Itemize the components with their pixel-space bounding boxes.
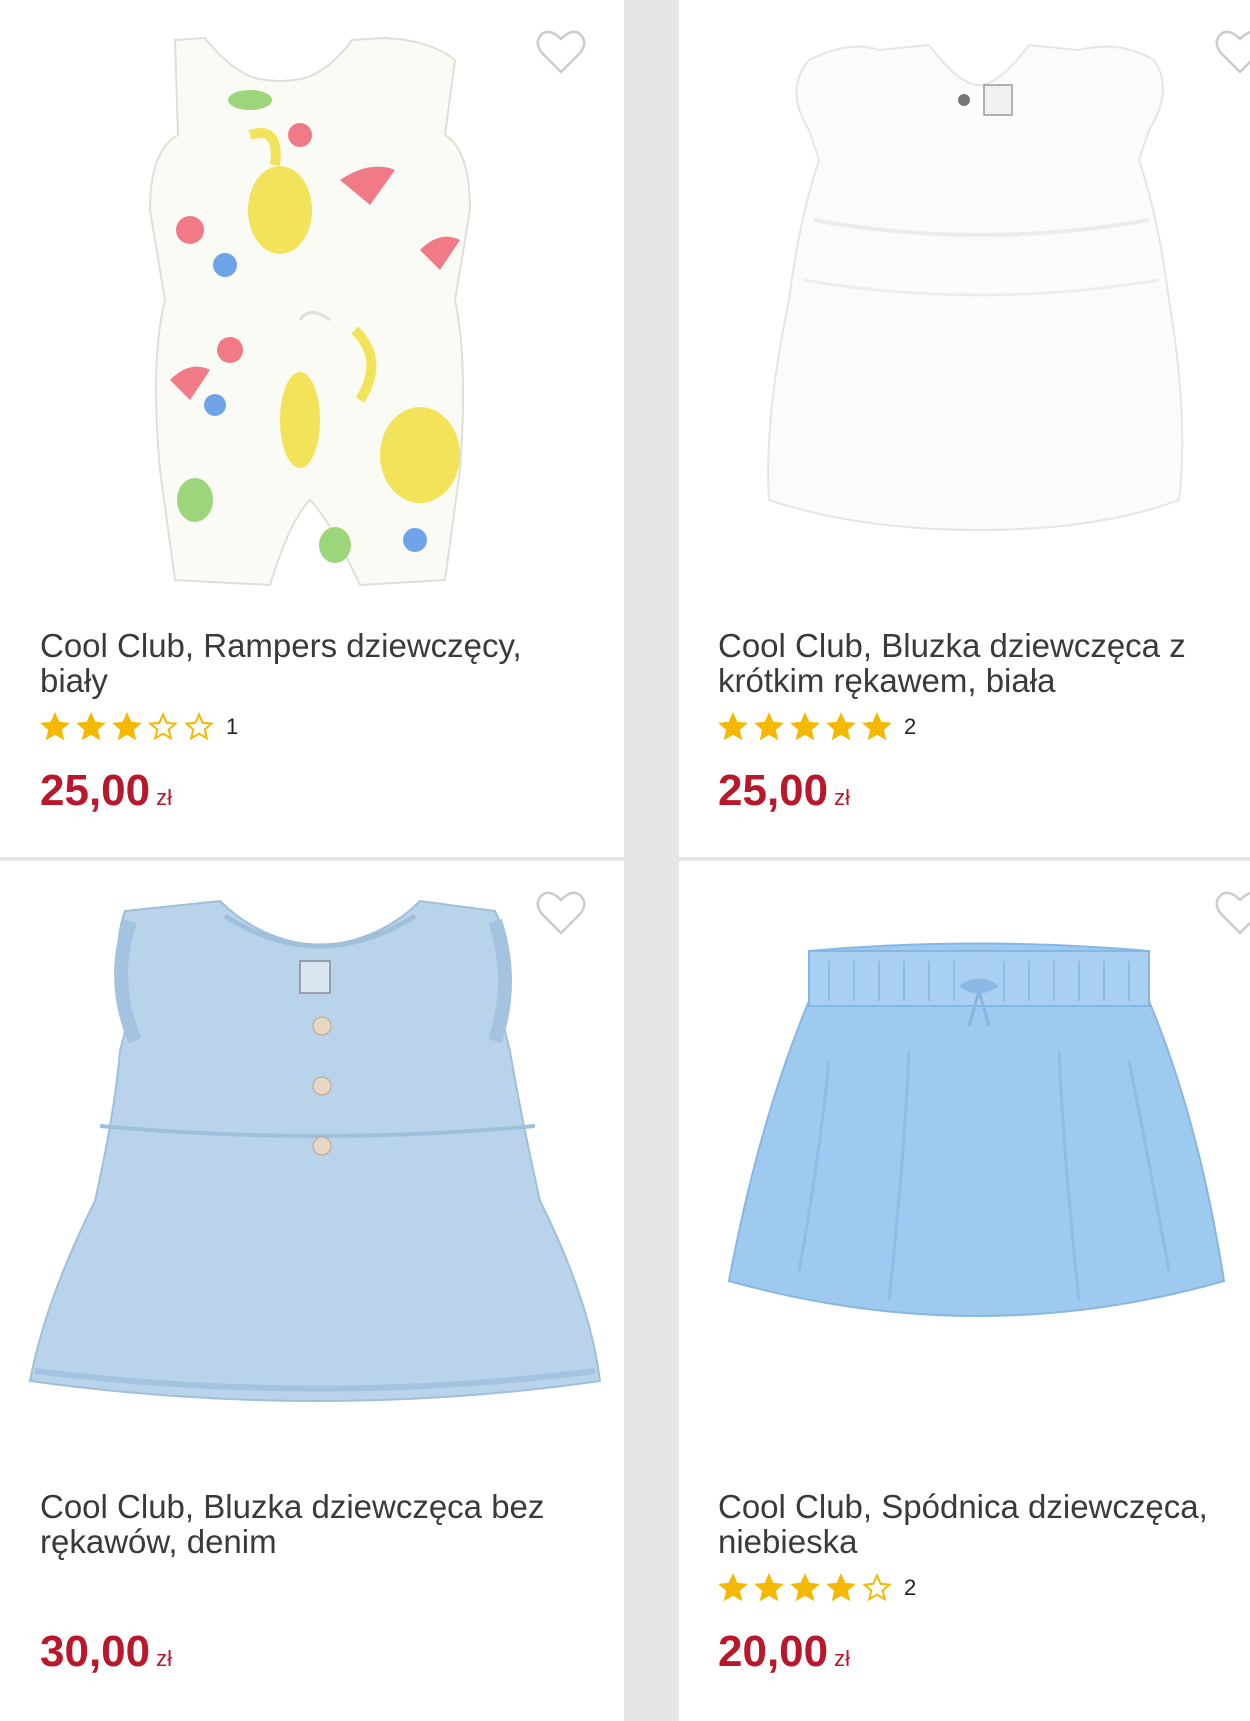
fruit-print-romper-image [148, 36, 472, 587]
product-title[interactable]: Cool Club, Bluzka dziewczęca bez rękawów… [40, 1489, 560, 1559]
product-price: 25,00 zł [718, 766, 850, 816]
price-currency: zł [156, 785, 172, 810]
product-image[interactable] [679, 0, 1250, 590]
star-filled-icon [826, 712, 856, 741]
favorite-heart-icon[interactable] [535, 889, 587, 937]
star-empty-icon [862, 1573, 892, 1602]
denim-blouse-image [28, 899, 602, 1402]
price-value: 30,00 [40, 1627, 151, 1676]
rating-count: 1 [226, 714, 239, 739]
star-empty-icon [148, 712, 178, 741]
star-filled-icon [826, 1573, 856, 1602]
product-image[interactable] [0, 861, 624, 1451]
favorite-heart-icon[interactable] [1214, 28, 1250, 76]
product-price: 20,00 zł [718, 1627, 850, 1677]
star-empty-icon [184, 712, 214, 741]
star-filled-icon [718, 712, 748, 741]
product-price: 30,00 zł [40, 1627, 172, 1677]
star-filled-icon [76, 712, 106, 741]
white-blouse-image [767, 43, 1184, 532]
favorite-heart-icon[interactable] [535, 28, 587, 76]
star-filled-icon [718, 1573, 748, 1602]
price-currency: zł [834, 1646, 850, 1671]
price-value: 25,00 [718, 766, 829, 815]
favorite-heart-icon[interactable] [1214, 889, 1250, 937]
star-filled-icon [790, 1573, 820, 1602]
star-filled-icon [790, 712, 820, 741]
product-title[interactable]: Cool Club, Rampers dziewczęcy, biały [40, 628, 560, 698]
product-card[interactable]: Cool Club, Spódnica dziewczęca, niebiesk… [679, 861, 1250, 1721]
price-value: 25,00 [40, 766, 151, 815]
product-title[interactable]: Cool Club, Spódnica dziewczęca, niebiesk… [718, 1489, 1238, 1559]
star-filled-icon [40, 712, 70, 741]
product-rating: 1 [40, 710, 238, 744]
product-title[interactable]: Cool Club, Bluzka dziewczęca z krótkim r… [718, 628, 1238, 698]
product-grid: Cool Club, Rampers dziewczęcy, biały 1 2… [0, 0, 1250, 1721]
product-image[interactable] [0, 0, 624, 590]
star-filled-icon [112, 712, 142, 741]
product-card[interactable]: Cool Club, Bluzka dziewczęca z krótkim r… [679, 0, 1250, 857]
price-currency: zł [834, 785, 850, 810]
product-rating: 2 [718, 1571, 916, 1605]
rating-count: 2 [904, 714, 917, 739]
price-currency: zł [156, 1646, 172, 1671]
product-image[interactable] [679, 861, 1250, 1451]
product-price: 25,00 zł [40, 766, 172, 816]
blue-skirt-image [727, 942, 1226, 1317]
star-filled-icon [754, 712, 784, 741]
product-card[interactable]: Cool Club, Bluzka dziewczęca bez rękawów… [0, 861, 624, 1721]
product-card[interactable]: Cool Club, Rampers dziewczęcy, biały 1 2… [0, 0, 624, 857]
product-rating: 2 [718, 710, 916, 744]
star-filled-icon [754, 1573, 784, 1602]
rating-count: 2 [904, 1575, 917, 1600]
price-value: 20,00 [718, 1627, 829, 1676]
star-filled-icon [862, 712, 892, 741]
